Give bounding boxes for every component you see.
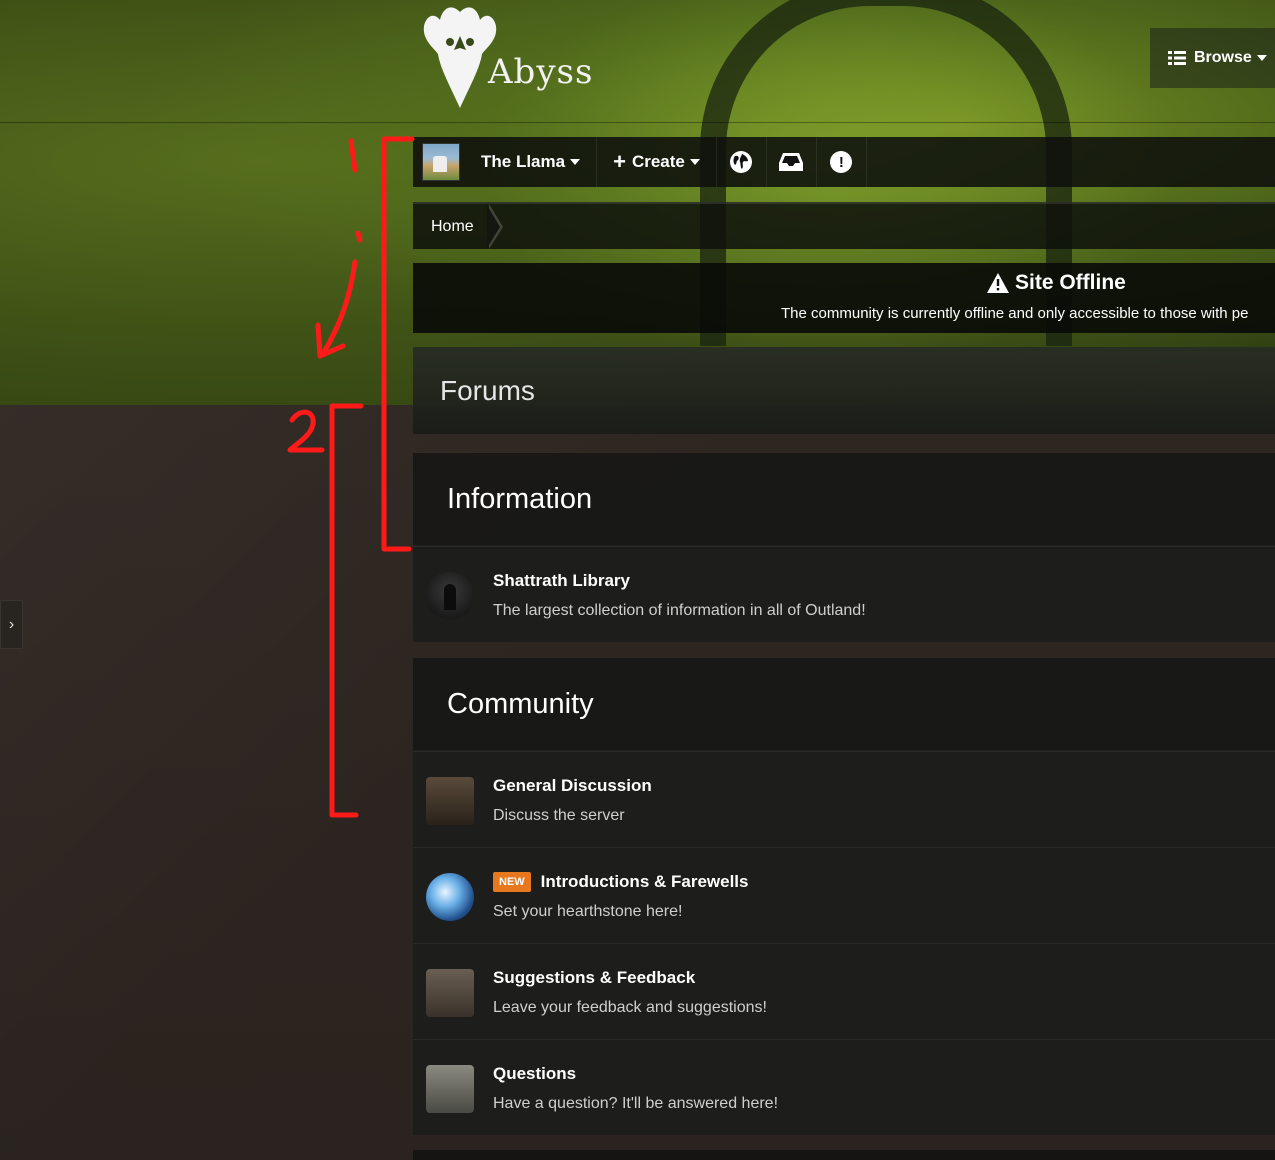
next-category-edge (413, 1150, 1275, 1160)
scroll-icon (426, 1065, 474, 1113)
avatar (422, 143, 460, 181)
inbox-button[interactable] (767, 137, 817, 187)
forum-row-questions[interactable]: Questions Have a question? It'll be answ… (413, 1039, 1275, 1135)
library-icon (426, 572, 474, 620)
page-title: Forums (440, 375, 535, 406)
forum-description: The largest collection of information in… (493, 602, 866, 619)
forum-title[interactable]: Suggestions & Feedback (493, 968, 695, 988)
site-logo-text: Abyss (488, 52, 594, 92)
list-icon (1168, 51, 1186, 65)
category-header: Information (413, 453, 1275, 546)
create-menu-button[interactable]: + Create (597, 137, 717, 187)
globe-icon (730, 151, 753, 173)
category-title[interactable]: Community (447, 688, 594, 721)
chevron-right-icon: › (8, 615, 15, 633)
forums-header: Forums (413, 347, 1275, 434)
forum-title[interactable]: General Discussion (493, 776, 652, 796)
user-navbar: The Llama + Create ! (413, 137, 1275, 187)
forum-title-with-badge: NEW Introductions & Farewells (493, 872, 748, 892)
globe-button[interactable] (717, 137, 767, 187)
forum-title[interactable]: Shattrath Library (493, 571, 630, 591)
category-information: Information Shattrath Library The larges… (413, 453, 1275, 642)
forum-row-suggestions-feedback[interactable]: Suggestions & Feedback Leave your feedba… (413, 943, 1275, 1039)
hearthstone-icon (426, 873, 474, 921)
forum-title[interactable]: Introductions & Farewells (541, 872, 749, 891)
category-title[interactable]: Information (447, 483, 592, 516)
chevron-down-icon (1256, 55, 1267, 61)
username-label: The Llama (481, 152, 566, 171)
category-header: Community (413, 658, 1275, 751)
site-offline-notice: Site Offline The community is currently … (413, 263, 1275, 333)
user-menu-button[interactable]: The Llama (469, 137, 598, 187)
keg-icon (426, 777, 474, 825)
inbox-icon (779, 153, 804, 171)
notice-title-text: Site Offline (1015, 271, 1126, 294)
forum-description: Leave your feedback and suggestions! (493, 999, 767, 1016)
forum-title[interactable]: Questions (493, 1064, 576, 1084)
breadcrumb: Home (413, 202, 1275, 249)
browse-menu-button[interactable]: Browse (1150, 28, 1275, 88)
plus-icon: + (613, 149, 626, 174)
new-badge: NEW (493, 872, 531, 892)
user-avatar-button[interactable] (413, 137, 469, 187)
forum-description: Discuss the server (493, 807, 625, 824)
breadcrumb-separator-inner (487, 205, 500, 248)
forum-row-shattrath-library[interactable]: Shattrath Library The largest collection… (413, 546, 1275, 642)
forum-description: Set your hearthstone here! (493, 903, 683, 920)
chevron-down-icon (689, 159, 700, 165)
chevron-down-icon (570, 159, 581, 165)
forum-row-introductions-farewells[interactable]: NEW Introductions & Farewells Set your he… (413, 847, 1275, 943)
notice-title: Site Offline (987, 271, 1126, 295)
create-label: Create (631, 152, 685, 171)
breadcrumb-home-link[interactable]: Home (413, 204, 492, 249)
alerts-button[interactable]: ! (817, 137, 867, 187)
forum-description: Have a question? It'll be answered here! (493, 1095, 779, 1112)
browse-label: Browse (1194, 49, 1252, 66)
category-community: Community General Discussion Discuss the… (413, 658, 1275, 1135)
sidebar-toggle-button[interactable]: › (0, 600, 23, 649)
header-divider (0, 122, 1275, 123)
forum-row-general-discussion[interactable]: General Discussion Discuss the server (413, 751, 1275, 847)
alert-icon: ! (830, 151, 853, 173)
warning-icon (987, 273, 1009, 293)
thumbs-up-icon (426, 969, 474, 1017)
notice-message: The community is currently offline and o… (781, 305, 1249, 322)
